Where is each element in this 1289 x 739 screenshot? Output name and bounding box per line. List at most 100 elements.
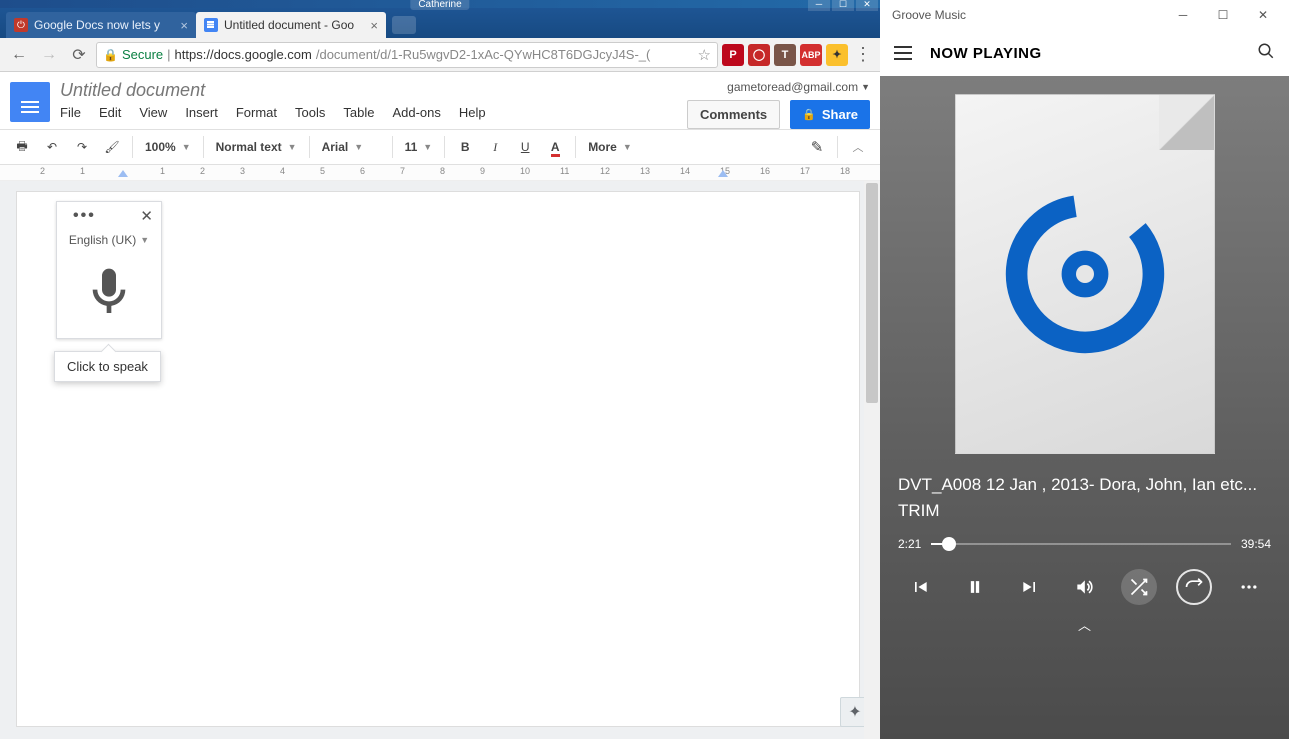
power-icon: ⏻: [14, 18, 28, 32]
player-controls: [880, 561, 1289, 609]
paint-format-button[interactable]: 🖌: [98, 133, 126, 161]
groove-header: NOW PLAYING: [880, 30, 1289, 76]
chrome-menu-icon[interactable]: ⋮: [852, 44, 874, 65]
vertical-scrollbar[interactable]: [864, 181, 880, 739]
voice-language-select[interactable]: English (UK)▼: [57, 230, 161, 252]
browser-maximize[interactable]: ☐: [832, 0, 854, 11]
ruler[interactable]: 21 12 34 56 78 910 1112 1314 1516 1718: [0, 165, 880, 181]
fontsize-select[interactable]: 11▼: [399, 140, 439, 154]
back-button[interactable]: ←: [6, 42, 32, 68]
time-elapsed: 2:21: [898, 537, 921, 551]
style-select[interactable]: Normal text▼: [210, 140, 303, 154]
secure-label: Secure: [122, 47, 163, 62]
close-icon[interactable]: ✕: [140, 207, 153, 225]
underline-button[interactable]: U: [511, 133, 539, 161]
browser-close[interactable]: ✕: [856, 0, 878, 11]
reload-button[interactable]: ⟳: [66, 42, 92, 68]
forward-button[interactable]: →: [36, 42, 62, 68]
seek-knob[interactable]: [942, 537, 956, 551]
more-button[interactable]: [1231, 569, 1267, 605]
menu-insert[interactable]: Insert: [185, 105, 218, 120]
star-icon[interactable]: ☆: [698, 46, 711, 64]
document-title[interactable]: Untitled document: [60, 78, 687, 105]
browser-tab-1[interactable]: Untitled document - Goo ×: [196, 12, 386, 38]
text-color-button[interactable]: A: [541, 133, 569, 161]
window-close[interactable]: ✕: [1243, 1, 1283, 29]
browser-tab-0[interactable]: ⏻ Google Docs now lets y ×: [6, 12, 196, 38]
close-icon[interactable]: ×: [370, 18, 378, 33]
docs-icon: [204, 18, 218, 32]
menu-format[interactable]: Format: [236, 105, 277, 120]
tab-title: Untitled document - Goo: [224, 18, 354, 32]
seek-bar[interactable]: [931, 543, 1231, 545]
share-button[interactable]: 🔒Share: [790, 100, 870, 129]
menu-file[interactable]: File: [60, 105, 81, 120]
extension-t-icon[interactable]: T: [774, 44, 796, 66]
menu-addons[interactable]: Add-ons: [392, 105, 440, 120]
time-total: 39:54: [1241, 537, 1271, 551]
window-maximize[interactable]: ☐: [1203, 1, 1243, 29]
groove-music-window: Groove Music ─ ☐ ✕ NOW PLAYING DVT_A008 …: [880, 0, 1289, 739]
address-bar: ← → ⟳ 🔒 Secure | https://docs.google.com…: [0, 38, 880, 72]
browser-minimize[interactable]: ─: [808, 0, 830, 11]
document-canvas: ••• ✕ English (UK)▼ Click to speak ✦: [0, 181, 880, 739]
browser-profile[interactable]: Catherine: [410, 0, 469, 10]
menu-table[interactable]: Table: [343, 105, 374, 120]
url-path: /document/d/1-Ru5wgvD2-1xAc-QYwHC8T6DGJc…: [316, 47, 651, 62]
window-minimize[interactable]: ─: [1163, 1, 1203, 29]
zoom-select[interactable]: 100%▼: [139, 140, 197, 154]
extension-icon[interactable]: ◯: [748, 44, 770, 66]
comments-button[interactable]: Comments: [687, 100, 780, 129]
previous-button[interactable]: [902, 569, 938, 605]
menu-tools[interactable]: Tools: [295, 105, 325, 120]
extension-jd-icon[interactable]: ✦: [826, 44, 848, 66]
user-email[interactable]: gametoread@gmail.com▼: [727, 80, 870, 94]
voice-tooltip: Click to speak: [54, 351, 161, 382]
print-button[interactable]: 🖶: [8, 133, 36, 161]
menu-edit[interactable]: Edit: [99, 105, 121, 120]
repeat-button[interactable]: [1176, 569, 1212, 605]
expand-up-button[interactable]: ︿: [880, 609, 1289, 644]
microphone-icon: [81, 264, 137, 320]
track-info: DVT_A008 12 Jan , 2013- Dora, John, Ian …: [880, 464, 1289, 527]
search-icon[interactable]: [1257, 42, 1275, 65]
italic-button[interactable]: I: [481, 133, 509, 161]
more-icon[interactable]: •••: [73, 207, 96, 225]
docs-toolbar: 🖶 ↶ ↷ 🖌 100%▼ Normal text▼ Arial▼ 11▼ B …: [0, 129, 880, 165]
pinterest-ext-icon[interactable]: P: [722, 44, 744, 66]
menu-help[interactable]: Help: [459, 105, 486, 120]
abp-ext-icon[interactable]: ABP: [800, 44, 822, 66]
microphone-button[interactable]: [57, 252, 161, 338]
menu-view[interactable]: View: [139, 105, 167, 120]
track-title: DVT_A008 12 Jan , 2013- Dora, John, Ian …: [898, 472, 1271, 498]
tab-title: Google Docs now lets y: [34, 18, 160, 32]
volume-button[interactable]: [1066, 569, 1102, 605]
new-tab-button[interactable]: [392, 16, 416, 34]
docs-logo-icon[interactable]: [10, 82, 50, 122]
album-art: [955, 94, 1215, 454]
shuffle-button[interactable]: [1121, 569, 1157, 605]
chrome-window: Catherine ─ ☐ ✕ ⏻ Google Docs now lets y…: [0, 0, 880, 739]
indent-marker-left[interactable]: [118, 170, 128, 177]
hamburger-icon[interactable]: [894, 46, 912, 60]
bold-button[interactable]: B: [451, 133, 479, 161]
close-icon[interactable]: ×: [180, 18, 188, 33]
voice-typing-panel: ••• ✕ English (UK)▼: [56, 201, 162, 339]
pause-button[interactable]: [957, 569, 993, 605]
editing-mode-button[interactable]: ✎: [803, 133, 831, 161]
collapse-toolbar-button[interactable]: ︿: [844, 133, 872, 161]
menu-bar: File Edit View Insert Format Tools Table…: [60, 105, 687, 126]
lock-icon: 🔒: [802, 108, 816, 121]
more-button[interactable]: More▼: [582, 140, 638, 154]
tab-strip: ⏻ Google Docs now lets y × Untitled docu…: [0, 8, 880, 38]
font-select[interactable]: Arial▼: [316, 140, 386, 154]
google-docs-app: Untitled document File Edit View Insert …: [0, 72, 880, 739]
next-button[interactable]: [1012, 569, 1048, 605]
redo-button[interactable]: ↷: [68, 133, 96, 161]
omnibox[interactable]: 🔒 Secure | https://docs.google.com/docum…: [96, 42, 718, 68]
indent-marker-right[interactable]: [718, 170, 728, 177]
progress-row: 2:21 39:54: [880, 527, 1289, 561]
undo-button[interactable]: ↶: [38, 133, 66, 161]
docs-header: Untitled document File Edit View Insert …: [0, 72, 880, 129]
player-area: DVT_A008 12 Jan , 2013- Dora, John, Ian …: [880, 76, 1289, 739]
